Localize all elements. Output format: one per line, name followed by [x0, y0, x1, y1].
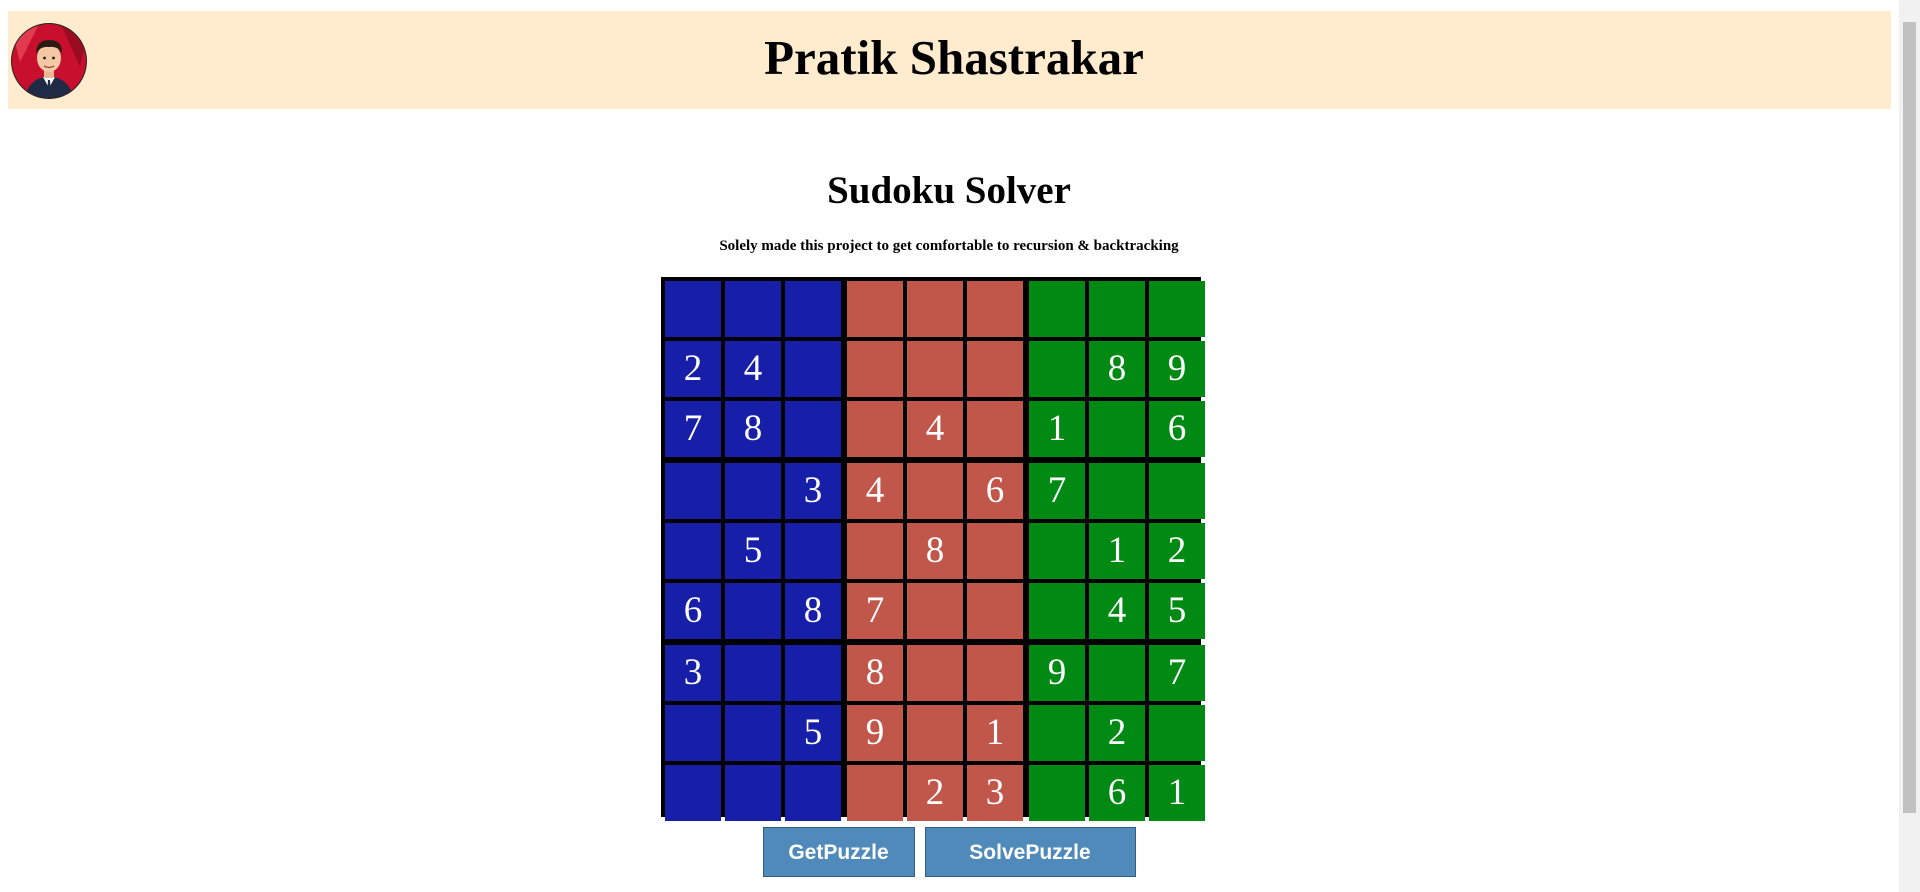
sudoku-cell-r1-c9[interactable]: [1149, 281, 1205, 337]
sudoku-cell-r7-c9[interactable]: 7: [1149, 645, 1205, 701]
page-subtitle: Solely made this project to get comforta…: [719, 238, 1179, 254]
sudoku-cell-r2-c7[interactable]: [1029, 341, 1085, 397]
sudoku-cell-r8-c5[interactable]: [907, 705, 963, 761]
sudoku-cell-r2-c5[interactable]: [907, 341, 963, 397]
sudoku-cell-r8-c6[interactable]: 1: [967, 705, 1023, 761]
vertical-scrollbar[interactable]: [1899, 0, 1920, 892]
sudoku-cell-r1-c7[interactable]: [1029, 281, 1085, 337]
sudoku-cell-r2-c8[interactable]: 8: [1089, 341, 1145, 397]
sudoku-cell-r1-c8[interactable]: [1089, 281, 1145, 337]
sudoku-cell-r8-c8[interactable]: 2: [1089, 705, 1145, 761]
sudoku-cell-r2-c4[interactable]: [847, 341, 903, 397]
get-puzzle-button[interactable]: GetPuzzle: [762, 827, 915, 877]
sudoku-cell-r4-c5[interactable]: [907, 463, 963, 519]
sudoku-cell-r8-c1[interactable]: [665, 705, 721, 761]
sudoku-cell-r4-c8[interactable]: [1089, 463, 1145, 519]
sudoku-cell-r9-c8[interactable]: 6: [1089, 765, 1145, 821]
sudoku-cell-r7-c5[interactable]: [907, 645, 963, 701]
sudoku-cell-r6-c4[interactable]: 7: [847, 583, 903, 639]
sudoku-cell-r7-c4[interactable]: 8: [847, 645, 903, 701]
sudoku-cell-r3-c2[interactable]: 8: [725, 401, 781, 457]
sudoku-cell-r2-c2[interactable]: 4: [725, 341, 781, 397]
sudoku-cell-r5-c1[interactable]: [665, 523, 721, 579]
sudoku-cell-r8-c7[interactable]: [1029, 705, 1085, 761]
sudoku-cell-r2-c9[interactable]: 9: [1149, 341, 1205, 397]
sudoku-cell-r6-c6[interactable]: [967, 583, 1023, 639]
sudoku-cell-r8-c3[interactable]: 5: [785, 705, 841, 761]
sudoku-cell-r9-c1[interactable]: [665, 765, 721, 821]
sudoku-cell-r5-c5[interactable]: 8: [907, 523, 963, 579]
sudoku-cell-r6-c7[interactable]: [1029, 583, 1085, 639]
scrollbar-thumb[interactable]: [1903, 22, 1916, 813]
sudoku-cell-r6-c8[interactable]: 4: [1089, 583, 1145, 639]
sudoku-cell-r9-c6[interactable]: 3: [967, 765, 1023, 821]
sudoku-cell-r8-c2[interactable]: [725, 705, 781, 761]
sudoku-cell-r6-c9[interactable]: 5: [1149, 583, 1205, 639]
sudoku-cell-r8-c4[interactable]: 9: [847, 705, 903, 761]
sudoku-cell-r4-c1[interactable]: [665, 463, 721, 519]
sudoku-cell-r2-c6[interactable]: [967, 341, 1023, 397]
sudoku-cell-r3-c7[interactable]: 1: [1029, 401, 1085, 457]
sudoku-cell-r3-c9[interactable]: 6: [1149, 401, 1205, 457]
sudoku-cell-r6-c1[interactable]: 6: [665, 583, 721, 639]
sudoku-cell-r4-c2[interactable]: [725, 463, 781, 519]
sudoku-cell-r9-c5[interactable]: 2: [907, 765, 963, 821]
sudoku-cell-r4-c7[interactable]: 7: [1029, 463, 1085, 519]
sudoku-cell-r5-c2[interactable]: 5: [725, 523, 781, 579]
sudoku-cell-r6-c3[interactable]: 8: [785, 583, 841, 639]
sudoku-cell-r7-c7[interactable]: 9: [1029, 645, 1085, 701]
site-title: Pratik Shastrakar: [764, 30, 1144, 85]
sudoku-cell-r4-c6[interactable]: 6: [967, 463, 1023, 519]
sudoku-cell-r5-c9[interactable]: 2: [1149, 523, 1205, 579]
sudoku-cell-r2-c3[interactable]: [785, 341, 841, 397]
sudoku-cell-r2-c1[interactable]: 2: [665, 341, 721, 397]
page-title: Sudoku Solver: [827, 169, 1071, 212]
sudoku-cell-r4-c3[interactable]: 3: [785, 463, 841, 519]
sudoku-cell-r9-c3[interactable]: [785, 765, 841, 821]
sudoku-cell-r1-c5[interactable]: [907, 281, 963, 337]
sudoku-cell-r1-c1[interactable]: [665, 281, 721, 337]
sudoku-cell-r9-c4[interactable]: [847, 765, 903, 821]
solve-puzzle-button[interactable]: SolvePuzzle: [924, 827, 1136, 877]
sudoku-cell-r6-c5[interactable]: [907, 583, 963, 639]
sudoku-cell-r1-c2[interactable]: [725, 281, 781, 337]
sudoku-cell-r7-c3[interactable]: [785, 645, 841, 701]
sudoku-board: 2489784163467581268745389759122361: [661, 277, 1205, 821]
sudoku-cell-r9-c7[interactable]: [1029, 765, 1085, 821]
sudoku-cell-r1-c3[interactable]: [785, 281, 841, 337]
sudoku-cell-r5-c7[interactable]: [1029, 523, 1085, 579]
sudoku-cell-r1-c6[interactable]: [967, 281, 1023, 337]
sudoku-cell-r5-c6[interactable]: [967, 523, 1023, 579]
sudoku-cell-r7-c2[interactable]: [725, 645, 781, 701]
sudoku-cell-r7-c6[interactable]: [967, 645, 1023, 701]
sudoku-cell-r9-c9[interactable]: 1: [1149, 765, 1205, 821]
sudoku-cell-r3-c1[interactable]: 7: [665, 401, 721, 457]
button-bar: GetPuzzle SolvePuzzle: [0, 827, 1898, 877]
sudoku-cell-r4-c9[interactable]: [1149, 463, 1205, 519]
sudoku-cell-r5-c4[interactable]: [847, 523, 903, 579]
sudoku-cell-r3-c8[interactable]: [1089, 401, 1145, 457]
sudoku-cell-r3-c6[interactable]: [967, 401, 1023, 457]
sudoku-cell-r6-c2[interactable]: [725, 583, 781, 639]
sudoku-cell-r5-c8[interactable]: 1: [1089, 523, 1145, 579]
sudoku-cell-r1-c4[interactable]: [847, 281, 903, 337]
sudoku-cell-r5-c3[interactable]: [785, 523, 841, 579]
sudoku-cell-r7-c8[interactable]: [1089, 645, 1145, 701]
sudoku-cell-r3-c4[interactable]: [847, 401, 903, 457]
sudoku-cell-r8-c9[interactable]: [1149, 705, 1205, 761]
sudoku-cell-r3-c3[interactable]: [785, 401, 841, 457]
sudoku-cell-r3-c5[interactable]: 4: [907, 401, 963, 457]
sudoku-cell-r9-c2[interactable]: [725, 765, 781, 821]
sudoku-cell-r7-c1[interactable]: 3: [665, 645, 721, 701]
sudoku-cell-r4-c4[interactable]: 4: [847, 463, 903, 519]
